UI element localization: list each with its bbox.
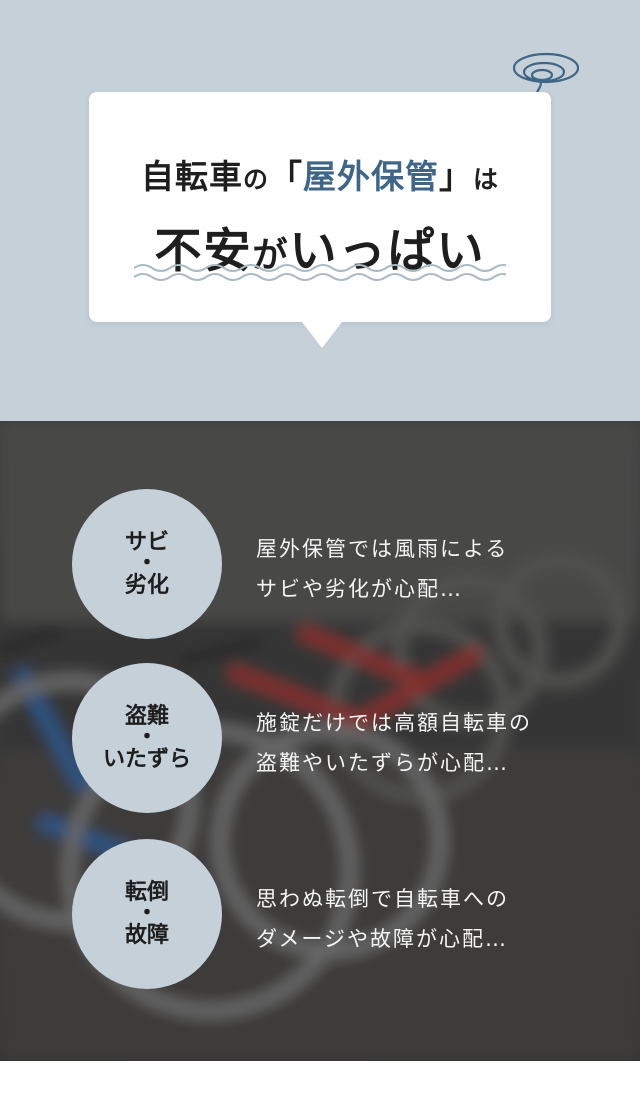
headline-particle-wa: は [473, 165, 500, 194]
speech-bubble-tail [302, 322, 342, 348]
issue-description-line-1: 屋外保管では風雨による [256, 537, 509, 561]
issue-item-theft: 盗難 ・ いたずら 施錠だけでは高額自転車の 盗難やいたずらが心配… [0, 663, 640, 813]
headline-particle-no: の [242, 165, 269, 194]
issue-circle-label-bottom: 故障 [124, 923, 169, 948]
issue-circle-fall: 転倒 ・ 故障 [72, 839, 222, 989]
headline-line-1: 自転車の「屋外保管」は [0, 150, 640, 198]
issue-circle-label-bottom: いたずら [102, 747, 191, 772]
issue-description-rust: 屋外保管では風雨による サビや劣化が心配… [256, 529, 508, 609]
headline-word-bicycle: 自転車 [140, 157, 243, 196]
issue-circle-theft: 盗難 ・ いたずら [72, 663, 222, 813]
headline-accent-outdoor-storage: 屋外保管 [303, 157, 439, 196]
headline-bracket-close: 」 [439, 157, 473, 196]
hero-section: 自転車の「屋外保管」は 不安がいっぱい [0, 0, 640, 421]
bicycle-parking-photo: サビ ・ 劣化 屋外保管では風雨による サビや劣化が心配… 盗難 ・ いたずら … [0, 421, 640, 1061]
issue-item-rust: サビ ・ 劣化 屋外保管では風雨による サビや劣化が心配… [0, 489, 640, 639]
speech-bubble [89, 92, 551, 322]
issue-description-line-1: 思わぬ転倒で自転車への [256, 887, 509, 911]
wave-underline-decoration [134, 264, 506, 281]
issue-description-fall: 思わぬ転倒で自転車への ダメージや故障が心配… [256, 879, 509, 959]
issue-description-line-2: サビや劣化が心配… [256, 577, 463, 601]
issue-circle-separator: ・ [135, 725, 158, 750]
issue-item-fall: 転倒 ・ 故障 思わぬ転倒で自転車への ダメージや故障が心配… [0, 839, 640, 989]
issue-description-theft: 施錠だけでは高額自転車の 盗難やいたずらが心配… [256, 703, 532, 783]
issue-circle-rust: サビ ・ 劣化 [72, 489, 222, 639]
issue-circle-label-bottom: 劣化 [124, 573, 169, 598]
headline-bracket-open: 「 [269, 157, 303, 196]
issue-circle-separator: ・ [135, 901, 158, 926]
bottom-spacer [0, 1061, 640, 1117]
issue-circle-separator: ・ [135, 551, 158, 576]
issue-description-line-2: 盗難やいたずらが心配… [256, 751, 509, 775]
issue-description-line-2: ダメージや故障が心配… [256, 927, 508, 951]
issue-description-line-1: 施錠だけでは高額自転車の [256, 711, 532, 735]
